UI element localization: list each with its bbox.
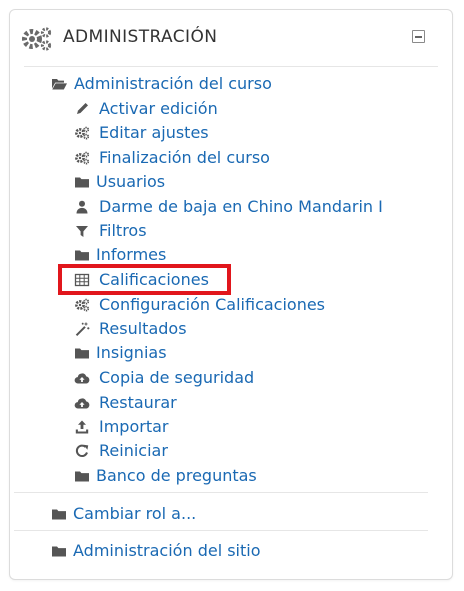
cloud-upload-icon xyxy=(74,370,90,386)
gear-icon xyxy=(74,150,90,166)
menu-item-label: Cambiar rol a... xyxy=(73,504,197,523)
folder-icon xyxy=(51,543,67,559)
menu-item-label: Banco de preguntas xyxy=(96,466,257,485)
menu-item-label: Darme de baja en Chino Mandarin I xyxy=(99,197,383,216)
collapse-icon[interactable] xyxy=(412,30,425,43)
highlight-box xyxy=(58,264,231,295)
folder-icon xyxy=(74,345,90,361)
menu-item-label: Informes xyxy=(96,245,167,264)
folder-icon xyxy=(74,247,90,263)
menu-item-label: Reiniciar xyxy=(99,441,168,460)
menu-item-label: Insignias xyxy=(96,343,167,362)
cloud-upload-icon xyxy=(74,395,90,411)
folder-open-icon xyxy=(51,76,67,92)
menu-item-label: Usuarios xyxy=(96,172,166,191)
user-icon xyxy=(74,199,90,215)
magic-wand-icon xyxy=(74,321,90,337)
folder-icon xyxy=(74,468,90,484)
gear-icon xyxy=(74,125,90,141)
divider xyxy=(24,66,438,67)
refresh-icon xyxy=(74,443,90,459)
divider xyxy=(14,530,428,531)
folder-icon xyxy=(51,506,67,522)
pencil-icon xyxy=(74,101,90,117)
block-header: ADMINISTRACIÓN xyxy=(10,10,452,66)
menu-item-label: Configuración Calificaciones xyxy=(99,295,326,314)
menu-item-label: Copia de seguridad xyxy=(99,368,255,387)
course-admin-label: Administración del curso xyxy=(74,74,272,93)
menu-item-label: Activar edición xyxy=(99,99,218,118)
gears-icon xyxy=(22,27,52,51)
menu-item-label: Restaurar xyxy=(99,393,177,412)
menu-item-label: Finalización del curso xyxy=(99,148,270,167)
upload-icon xyxy=(74,419,90,435)
menu-item-label: Filtros xyxy=(99,221,147,240)
gear-icon xyxy=(74,297,90,313)
block-title: ADMINISTRACIÓN xyxy=(63,27,218,47)
divider xyxy=(14,492,428,493)
folder-icon xyxy=(74,174,90,190)
filter-icon xyxy=(74,223,90,239)
menu-item-label: Administración del sitio xyxy=(73,541,261,560)
menu-item-label: Resultados xyxy=(99,319,187,338)
menu-item-label: Editar ajustes xyxy=(99,123,209,142)
menu-item-label: Importar xyxy=(99,417,169,436)
